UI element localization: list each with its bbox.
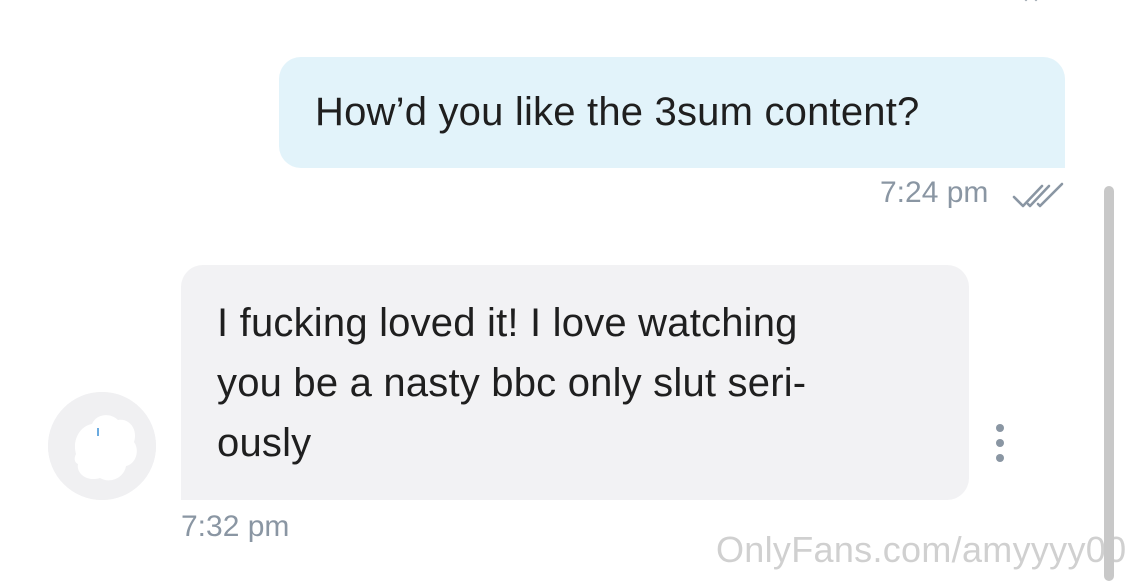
incoming-message-line: ously: [217, 421, 312, 465]
double-check-icon: [1012, 182, 1064, 208]
avatar-placeholder-icon: [48, 392, 156, 500]
incoming-message-bubble[interactable]: I fucking loved it! I love watching you …: [181, 265, 969, 500]
outgoing-message-bubble[interactable]: How’d you like the 3sum content?: [279, 57, 1065, 168]
message-options-button[interactable]: [985, 420, 1015, 466]
outgoing-message-time: 7:24 pm: [880, 176, 989, 209]
incoming-message-line: you be a nasty bbc only slut seri-: [217, 361, 807, 405]
scrollbar[interactable]: [1104, 186, 1114, 581]
incoming-message-line: I fucking loved it! I love watching: [217, 301, 798, 345]
more-vertical-icon-dot: [996, 454, 1004, 462]
outgoing-message-text: How’d you like the 3sum content?: [315, 90, 920, 134]
previous-message-remnant: [1024, 0, 1038, 2]
watermark-text: OnlyFans.com/amyyyy007: [716, 529, 1125, 570]
incoming-message-time: 7:32 pm: [181, 510, 290, 543]
more-vertical-icon-dot: [996, 439, 1004, 447]
more-vertical-icon-dot: [996, 424, 1004, 432]
sender-avatar[interactable]: [48, 392, 156, 500]
